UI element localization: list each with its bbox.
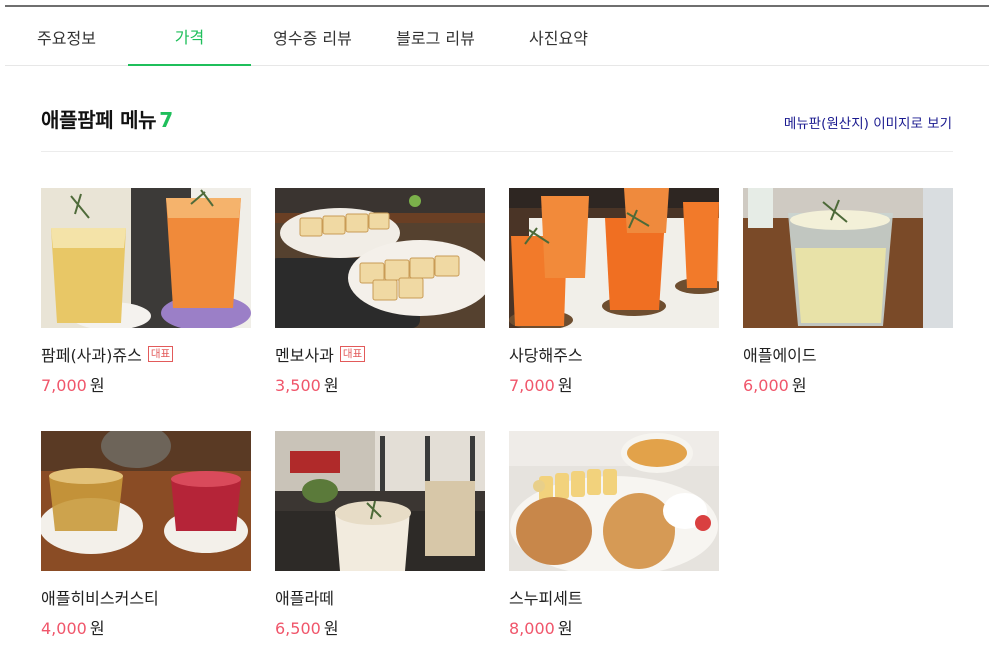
- menu-board-image-link[interactable]: 메뉴판(원산지) 이미지로 보기: [784, 112, 952, 132]
- menu-photo-toast[interactable]: [275, 188, 485, 328]
- menu-card[interactable]: 애플히비스커스티 4,000 원: [41, 431, 251, 638]
- price-unit: 원: [323, 619, 339, 638]
- menu-section-title: 애플팜페 메뉴 7: [41, 104, 173, 133]
- menu-item-price: 8,000: [509, 619, 555, 638]
- signature-badge: 대표: [339, 346, 366, 362]
- menu-item-name[interactable]: 애플에이드: [743, 342, 817, 366]
- menu-photo-apple-ade[interactable]: [743, 188, 953, 328]
- tab-receipt-reviews[interactable]: 영수증 리뷰: [251, 7, 374, 66]
- menu-photo-snoopy-set[interactable]: [509, 431, 719, 571]
- menu-photo-orange-juice[interactable]: [509, 188, 719, 328]
- menu-item-name[interactable]: 스누피세트: [509, 585, 583, 609]
- signature-badge: 대표: [147, 346, 174, 362]
- menu-item-price: 6,500: [275, 619, 321, 638]
- tab-blog-reviews[interactable]: 블로그 리뷰: [374, 7, 497, 66]
- menu-title-text: 애플팜페 메뉴: [41, 108, 157, 132]
- price-unit: 원: [89, 619, 105, 638]
- menu-item-price: 3,500: [275, 376, 321, 395]
- menu-photo-hibiscus-tea[interactable]: [41, 431, 251, 571]
- menu-item-name[interactable]: 애플히비스커스티: [41, 585, 159, 609]
- menu-item-price: 4,000: [41, 619, 87, 638]
- tab-price[interactable]: 가격: [128, 7, 251, 66]
- menu-item-price: 7,000: [41, 376, 87, 395]
- menu-item-name[interactable]: 멘보사과: [275, 342, 334, 366]
- tab-bar: 주요정보 가격 영수증 리뷰 블로그 리뷰 사진요약: [5, 7, 989, 66]
- menu-count: 7: [159, 108, 173, 132]
- tab-photo-summary[interactable]: 사진요약: [497, 7, 620, 66]
- menu-card[interactable]: 애플라떼 6,500 원: [275, 431, 485, 638]
- menu-photo-juice[interactable]: [41, 188, 251, 328]
- menu-card[interactable]: 사당해주스 7,000 원: [509, 188, 719, 395]
- tab-main-info[interactable]: 주요정보: [5, 7, 128, 66]
- menu-card[interactable]: 스누피세트 8,000 원: [509, 431, 719, 638]
- menu-card[interactable]: 애플에이드 6,000 원: [743, 188, 953, 395]
- price-unit: 원: [323, 376, 339, 395]
- section-divider: [41, 151, 953, 152]
- menu-item-name[interactable]: 애플라떼: [275, 585, 334, 609]
- price-unit: 원: [557, 619, 573, 638]
- price-unit: 원: [89, 376, 105, 395]
- menu-item-name[interactable]: 팜페(사과)쥬스: [41, 342, 142, 366]
- price-unit: 원: [557, 376, 573, 395]
- menu-card[interactable]: 팜페(사과)쥬스 대표 7,000 원: [41, 188, 251, 395]
- menu-item-name[interactable]: 사당해주스: [509, 342, 583, 366]
- menu-item-price: 6,000: [743, 376, 789, 395]
- menu-item-price: 7,000: [509, 376, 555, 395]
- menu-photo-apple-latte[interactable]: [275, 431, 485, 571]
- menu-card[interactable]: 멘보사과 대표 3,500 원: [275, 188, 485, 395]
- price-unit: 원: [791, 376, 807, 395]
